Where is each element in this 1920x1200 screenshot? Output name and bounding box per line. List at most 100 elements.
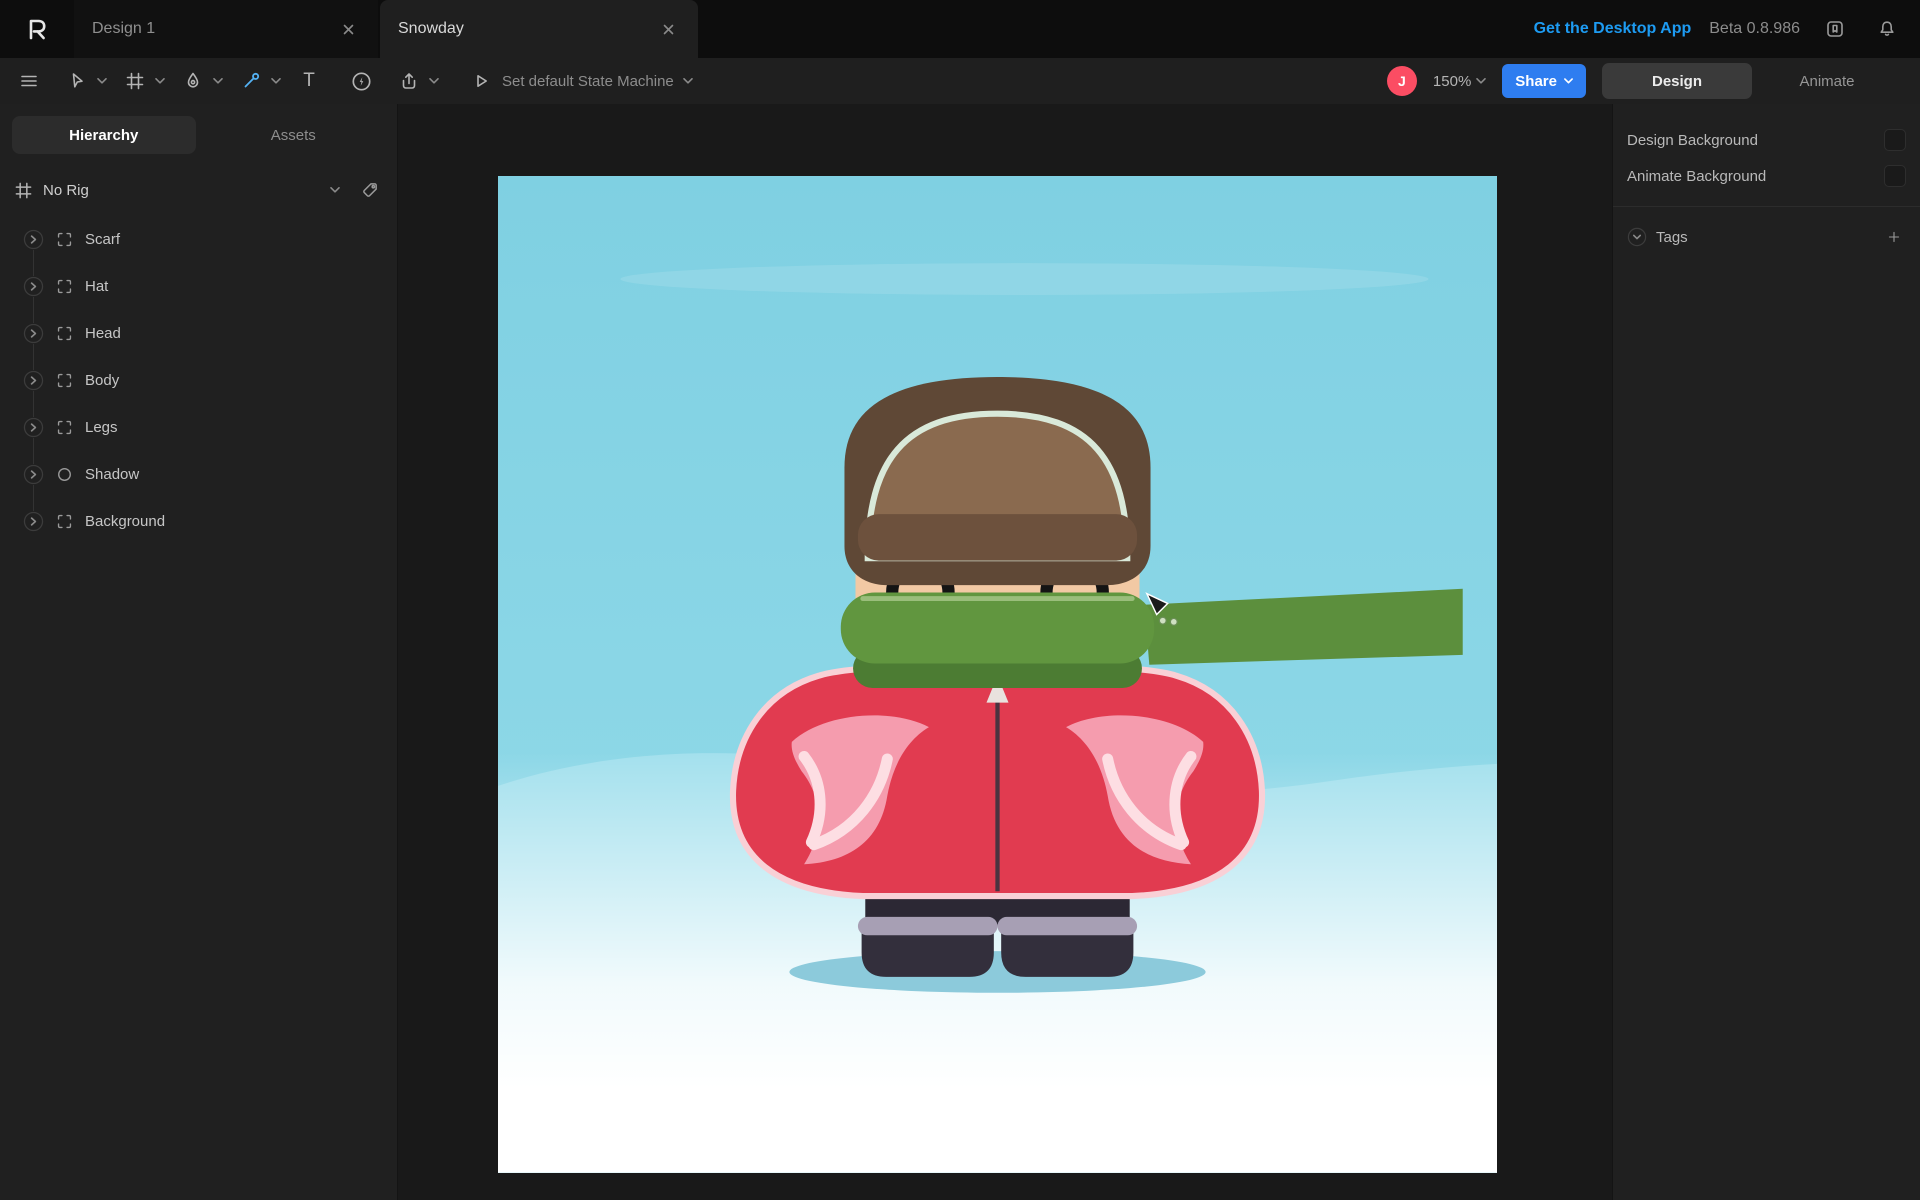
file-tab-snowday[interactable]: Snowday: [380, 0, 698, 58]
state-machine-label[interactable]: Set default State Machine: [502, 73, 674, 90]
expand-chevron-icon[interactable]: [23, 464, 44, 485]
artboard-tool-dropdown[interactable]: [152, 74, 168, 88]
tab-bar: Design 1 Snowday Get the Desktop App Bet…: [0, 0, 1920, 58]
divider: [1613, 206, 1920, 207]
notifications-button[interactable]: [1870, 12, 1904, 46]
chevron-down-icon: [155, 78, 165, 84]
pen-tool-dropdown[interactable]: [210, 74, 226, 88]
canvas-stage[interactable]: No Rig: [398, 104, 1612, 1200]
tree-item-label: Background: [85, 513, 165, 530]
character-hat[interactable]: [844, 377, 1150, 585]
select-cursor-icon: [67, 71, 87, 91]
animate-background-swatch[interactable]: [1884, 165, 1906, 187]
group-icon: [55, 371, 74, 390]
state-machine-dropdown[interactable]: [680, 74, 696, 88]
character-jacket[interactable]: [733, 664, 1262, 896]
shape-tool-dropdown[interactable]: [268, 74, 284, 88]
select-tool-dropdown[interactable]: [94, 74, 110, 88]
collapse-chevron-icon[interactable]: [1627, 227, 1647, 247]
tags-row[interactable]: Tags: [1613, 219, 1920, 255]
left-sidebar: Hierarchy Assets No Rig: [0, 104, 398, 1200]
expand-chevron-icon[interactable]: [23, 323, 44, 344]
tree-item-label: Legs: [85, 419, 118, 436]
expand-chevron-icon[interactable]: [23, 511, 44, 532]
tree-item-label: Body: [85, 372, 119, 389]
share-button[interactable]: Share: [1502, 64, 1586, 98]
expand-chevron-icon[interactable]: [23, 417, 44, 438]
tab-assets[interactable]: Assets: [202, 116, 386, 154]
chevron-down-icon[interactable]: [330, 187, 340, 193]
tree-item-head[interactable]: Head: [0, 310, 397, 357]
zoom-level: 150%: [1433, 73, 1471, 90]
zoom-control[interactable]: 150%: [1433, 73, 1486, 90]
tree-item-shadow[interactable]: Shadow: [0, 451, 397, 498]
play-state-machine-button[interactable]: [464, 64, 498, 98]
expand-chevron-icon[interactable]: [23, 370, 44, 391]
lightning-circle-icon: [351, 71, 372, 92]
text-tool-icon: T: [303, 70, 315, 92]
tree-item-body[interactable]: Body: [0, 357, 397, 404]
artboard-tool-button[interactable]: [118, 64, 152, 98]
add-tag-button[interactable]: [1882, 225, 1906, 249]
chevron-down-icon: [1564, 78, 1573, 84]
events-tool-button[interactable]: [344, 64, 378, 98]
tree-item-hat[interactable]: Hat: [0, 263, 397, 310]
shape-tool-button-active[interactable]: [234, 64, 268, 98]
artboard-frame-icon: [125, 71, 145, 91]
close-icon[interactable]: [656, 17, 680, 41]
bell-icon: [1877, 19, 1897, 39]
rive-editor-window: Design 1 Snowday Get the Desktop App Bet…: [0, 0, 1920, 1200]
main-menu-button[interactable]: [12, 64, 46, 98]
group-icon: [55, 277, 74, 296]
avatar[interactable]: J: [1387, 66, 1417, 96]
mode-switcher: Design Animate: [1602, 63, 1902, 99]
rive-logo-icon: [24, 16, 50, 42]
rive-logo[interactable]: [0, 0, 74, 58]
get-desktop-app-link[interactable]: Get the Desktop App: [1534, 20, 1692, 38]
main-area: Hierarchy Assets No Rig: [0, 104, 1920, 1200]
file-tab-design1[interactable]: Design 1: [74, 0, 378, 58]
chevron-down-icon: [429, 78, 439, 84]
changelog-icon: [1825, 19, 1845, 39]
sidebar-tabs: Hierarchy Assets: [12, 116, 385, 154]
tabbar-right-cluster: Get the Desktop App Beta 0.8.986: [1534, 0, 1920, 58]
rig-selector[interactable]: No Rig: [14, 170, 379, 210]
close-icon[interactable]: [336, 17, 360, 41]
mode-animate-button[interactable]: Animate: [1752, 63, 1902, 99]
artboard-frame-icon: [14, 181, 33, 200]
right-inspector: Design Background Animate Background Tag…: [1612, 104, 1920, 1200]
export-dropdown[interactable]: [426, 74, 442, 88]
beta-version-label: Beta 0.8.986: [1709, 20, 1800, 38]
marker-tool-icon: [241, 71, 261, 91]
text-tool-button[interactable]: T: [292, 64, 326, 98]
changelog-button[interactable]: [1818, 12, 1852, 46]
mode-design-button[interactable]: Design: [1602, 63, 1752, 99]
tree-item-background[interactable]: Background: [0, 498, 397, 545]
tree-item-scarf[interactable]: Scarf: [0, 216, 397, 263]
tags-label: Tags: [1656, 229, 1688, 246]
hierarchy-tree: Scarf Hat: [0, 216, 397, 545]
tag-icon[interactable]: [360, 181, 379, 200]
group-icon: [55, 230, 74, 249]
snowday-illustration: [498, 176, 1497, 1173]
select-tool-button[interactable]: [60, 64, 94, 98]
design-background-swatch[interactable]: [1884, 129, 1906, 151]
character-shadow[interactable]: [789, 951, 1205, 993]
chevron-down-icon: [683, 78, 693, 84]
artboard[interactable]: [498, 176, 1497, 1173]
pen-tool-icon: [183, 71, 203, 91]
design-background-row[interactable]: Design Background: [1613, 122, 1920, 158]
tab-hierarchy[interactable]: Hierarchy: [12, 116, 196, 154]
animate-background-row[interactable]: Animate Background: [1613, 158, 1920, 194]
expand-chevron-icon[interactable]: [23, 229, 44, 250]
ellipse-icon: [55, 465, 74, 484]
tree-item-label: Scarf: [85, 231, 120, 248]
pen-tool-button[interactable]: [176, 64, 210, 98]
tree-item-legs[interactable]: Legs: [0, 404, 397, 451]
scarf-wrap: [841, 592, 1154, 663]
toolbar-right-cluster: J 150% Share Design Animate: [1387, 63, 1908, 99]
export-button[interactable]: [392, 64, 426, 98]
play-icon: [471, 71, 491, 91]
animate-background-label: Animate Background: [1627, 168, 1766, 185]
expand-chevron-icon[interactable]: [23, 276, 44, 297]
